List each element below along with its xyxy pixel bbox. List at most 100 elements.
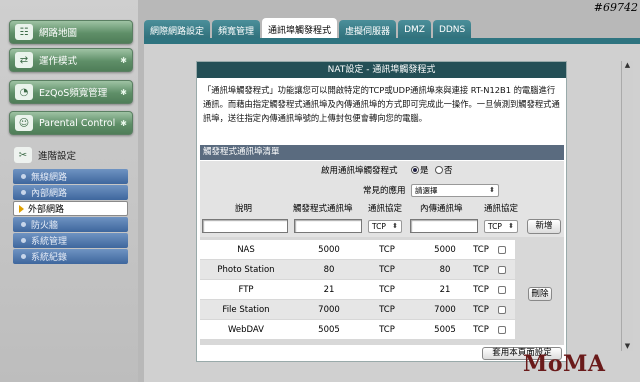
qos-icon: ◔ [15, 84, 33, 100]
watermark-id: #69742 [593, 1, 638, 14]
new-protocol-1-select[interactable]: TCP ⬍ [368, 220, 402, 233]
advanced-submenu: 無線網路 內部網路 外部網路 防火牆 系統管理 系統紀錄 [13, 169, 128, 265]
new-trigger-port-input[interactable] [294, 219, 362, 233]
row-2-checkbox[interactable] [498, 266, 506, 274]
row-4-proto2: TCP [473, 305, 489, 315]
row-1-trigger: 5000 [318, 245, 340, 255]
row-4-trigger: 7000 [318, 305, 340, 315]
submenu-lan-label: 內部網路 [31, 189, 68, 199]
row-3-description: FTP [238, 285, 254, 295]
submenu-administration-label: 系統管理 [31, 237, 68, 247]
enable-yes-option[interactable]: 是 [411, 164, 429, 176]
row-5-checkbox[interactable] [498, 326, 506, 334]
new-incoming-port-input[interactable] [410, 219, 478, 233]
menu-parental-control-label: Parental Control [39, 117, 116, 129]
menu-ezqos[interactable]: ◔ EzQoS頻寬管理 ✱ [9, 80, 133, 104]
enable-yes-label: 是 [420, 166, 429, 176]
enable-label: 啟用通訊埠觸發程式 [321, 166, 398, 176]
row-2-proto2: TCP [473, 265, 489, 275]
chevron-down-icon: ⬍ [508, 222, 514, 230]
submenu-wan[interactable]: 外部網路 [13, 201, 128, 216]
tab-virtual-server[interactable]: 虛擬伺服器 [339, 20, 397, 40]
row-5-description: WebDAV [227, 325, 264, 335]
column-protocol-2: 通訊協定 [484, 204, 519, 214]
new-protocol-2-select[interactable]: TCP ⬍ [484, 220, 518, 233]
common-apps-select[interactable]: 請選擇 ⬍ [411, 184, 499, 197]
row-1-checkbox[interactable] [498, 246, 506, 254]
tab-dmz[interactable]: DMZ [398, 20, 431, 40]
submenu-administration[interactable]: 系統管理 [13, 233, 128, 248]
advanced-settings-label: 進階設定 [38, 151, 77, 162]
sparkle-icon: ✱ [120, 118, 127, 128]
bullet-icon [21, 190, 26, 195]
arrow-right-icon [19, 204, 24, 213]
row-5-proto1: TCP [379, 325, 395, 335]
add-button[interactable]: 新增 [527, 219, 561, 234]
section-title: 觸發程式通訊埠清單 [200, 145, 564, 160]
radio-no-icon[interactable] [435, 166, 443, 174]
tab-bar: 網際網路設定 頻寬管理 通訊埠觸發程式 虛擬伺服器 DMZ DDNS [144, 18, 473, 40]
panel-description: 「通訊埠觸發程式」功能讓您可以開啟特定的TCP或UDP通訊埠來與連接 RT-N1… [203, 85, 560, 123]
enable-no-option[interactable]: 否 [435, 164, 453, 176]
menu-ezqos-label: EzQoS頻寬管理 [39, 88, 108, 99]
row-3-trigger: 21 [323, 285, 335, 295]
bullet-icon [21, 238, 26, 243]
tab-internet-settings[interactable]: 網際網路設定 [144, 20, 211, 40]
mode-icon: ⇄ [15, 52, 33, 68]
tab-bandwidth[interactable]: 頻寬管理 [212, 20, 261, 40]
row-3-proto1: TCP [379, 285, 395, 295]
new-protocol-1-value: TCP [372, 222, 386, 231]
row-5-proto2: TCP [473, 325, 489, 335]
bullet-icon [21, 254, 26, 259]
submenu-system-log-label: 系統紀錄 [31, 253, 68, 263]
submenu-wan-label: 外部網路 [28, 205, 65, 215]
submenu-lan[interactable]: 內部網路 [13, 185, 128, 200]
sparkle-icon: ✱ [120, 87, 127, 97]
submenu-system-log[interactable]: 系統紀錄 [13, 249, 128, 264]
column-trigger-port: 觸發程式通訊埠 [293, 204, 353, 214]
common-apps-value: 請選擇 [415, 186, 438, 195]
tab-port-trigger[interactable]: 通訊埠觸發程式 [262, 18, 338, 40]
radio-yes-icon[interactable] [411, 166, 419, 174]
row-1-proto2: TCP [473, 245, 489, 255]
sparkle-icon: ✱ [120, 55, 127, 65]
row-2-description: Photo Station [217, 265, 275, 275]
column-description: 說明 [235, 204, 253, 214]
bullet-icon [21, 174, 26, 179]
row-3-checkbox[interactable] [498, 286, 506, 294]
row-2-proto1: TCP [379, 265, 395, 275]
row-4-checkbox[interactable] [498, 306, 506, 314]
menu-parental-control[interactable]: ☺ Parental Control ✱ [9, 111, 133, 135]
network-map-icon: ☷ [15, 24, 33, 40]
nat-panel: NAT設定 - 通訊埠觸發程式 「通訊埠觸發程式」功能讓您可以開啟特定的TCP或… [196, 61, 567, 362]
row-3-proto2: TCP [473, 285, 489, 295]
bullet-icon [21, 222, 26, 227]
delete-button[interactable]: 刪除 [528, 287, 552, 301]
scrollbar[interactable]: ▲ ▼ [621, 61, 633, 351]
menu-network-map-label: 網路地圖 [39, 28, 78, 39]
row-1-proto1: TCP [379, 245, 395, 255]
menu-network-map[interactable]: ☷ 網路地圖 [9, 20, 133, 44]
row-4-description: File Station [222, 305, 270, 315]
enable-no-label: 否 [444, 166, 453, 176]
submenu-wireless[interactable]: 無線網路 [13, 169, 128, 184]
column-incoming-port: 內傳通訊埠 [420, 204, 463, 214]
new-protocol-2-value: TCP [488, 222, 502, 231]
row-5-trigger: 5005 [318, 325, 340, 335]
menu-operation-mode[interactable]: ⇄ 運作模式 ✱ [9, 48, 133, 72]
scroll-down-icon[interactable]: ▼ [623, 342, 632, 351]
submenu-wireless-label: 無線網路 [31, 173, 68, 183]
sidebar: ☷ 網路地圖 ⇄ 運作模式 ✱ ◔ EzQoS頻寬管理 ✱ ☺ Parental… [0, 0, 138, 382]
watermark-logo: MoMA [523, 351, 606, 377]
submenu-firewall-label: 防火牆 [31, 221, 59, 231]
chevron-down-icon: ⬍ [392, 222, 398, 230]
chevron-down-icon: ⬍ [489, 186, 495, 194]
new-description-input[interactable] [202, 219, 288, 233]
row-1-description: NAS [237, 245, 255, 255]
row-2-trigger: 80 [323, 265, 335, 275]
row-4-proto1: TCP [379, 305, 395, 315]
tab-ddns[interactable]: DDNS [432, 20, 472, 40]
submenu-firewall[interactable]: 防火牆 [13, 217, 128, 232]
common-apps-label: 常見的應用 [363, 186, 406, 196]
scroll-up-icon[interactable]: ▲ [623, 61, 632, 70]
